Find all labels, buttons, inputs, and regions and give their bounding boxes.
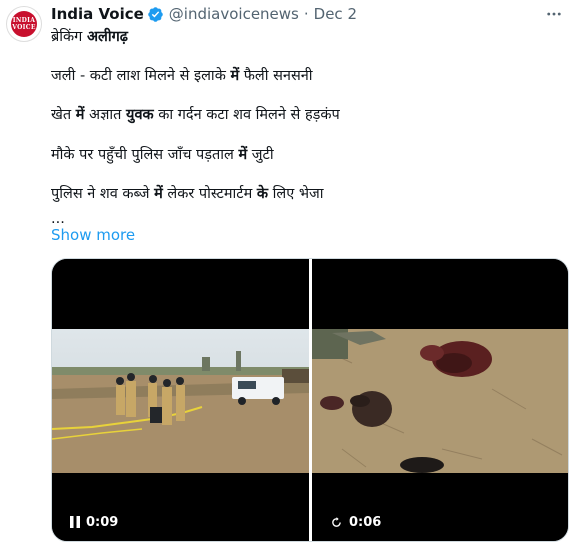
line-text: लिए भेजा xyxy=(268,186,324,202)
separator-dot: · xyxy=(303,5,309,23)
tweet-line-4: मौके पर पहुँची पुलिस जाँच पड़ताल में जुट… xyxy=(51,144,274,164)
line-bold-text: युवक xyxy=(126,107,154,123)
tweet-card[interactable]: INDIA VOICE India Voice @indiavoicenews … xyxy=(0,0,573,554)
tweet-header: India Voice @indiavoicenews · Dec 2 xyxy=(51,3,357,25)
video-duration: 0:06 xyxy=(349,514,382,530)
line-text: फैली सनसनी xyxy=(239,68,313,84)
avatar[interactable]: INDIA VOICE xyxy=(6,6,42,42)
video-duration: 0:09 xyxy=(86,514,119,530)
author-name[interactable]: India Voice xyxy=(51,5,144,23)
video-player-2[interactable]: 0:06 xyxy=(312,259,568,541)
video-duration-badge: 0:09 xyxy=(62,511,127,533)
line-text: खेत xyxy=(51,107,76,123)
show-more-link[interactable]: Show more xyxy=(51,226,135,244)
author-handle[interactable]: @indiavoicenews xyxy=(169,5,299,23)
tweet-line-1: ब्रेकिंग अलीगढ़ xyxy=(51,26,128,46)
video-thumbnail-field-police xyxy=(52,329,309,473)
more-icon[interactable] xyxy=(543,3,565,25)
logo-text-line2: VOICE xyxy=(12,24,36,31)
line-text: का गर्दन कटा शव मिलने से हड़कंप xyxy=(153,107,340,123)
logo-text-line1: INDIA xyxy=(12,17,36,24)
replay-icon[interactable] xyxy=(330,516,343,529)
line-text: ब्रेकिंग xyxy=(51,29,87,45)
line-bold-text: में xyxy=(154,186,163,202)
line-text: मौके पर पहुँची पुलिस जाँच पड़ताल xyxy=(51,147,239,163)
line-bold-text: अलीगढ़ xyxy=(86,29,128,45)
ellipsis-text: ... xyxy=(51,214,65,226)
tweet-line-5: पुलिस ने शव कब्जे में लेकर पोस्टमार्टम क… xyxy=(51,183,324,203)
tweet-line-2: जली - कटी लाश मिलने से इलाके में फैली सन… xyxy=(51,65,313,85)
media-grid: 0:09 0:06 xyxy=(51,258,569,542)
video-player-1[interactable]: 0:09 xyxy=(52,259,309,541)
verified-badge-icon xyxy=(147,6,164,23)
line-text: लेकर पोस्टमार्टम xyxy=(162,186,257,202)
india-voice-logo: INDIA VOICE xyxy=(11,11,37,37)
line-text: जुटी xyxy=(247,147,274,163)
pause-icon[interactable] xyxy=(70,516,80,528)
video-thumbnail-ground xyxy=(312,329,568,473)
line-text: पुलिस ने शव कब्जे xyxy=(51,186,155,202)
tweet-line-3: खेत में अज्ञात युवक का गर्दन कटा शव मिलन… xyxy=(51,104,340,124)
video-duration-badge: 0:06 xyxy=(322,511,390,533)
line-bold-text: के xyxy=(256,186,269,202)
line-text: जली - कटी लाश मिलने से इलाके xyxy=(51,68,231,84)
tweet-date[interactable]: Dec 2 xyxy=(314,5,357,23)
line-bold-text: में xyxy=(230,68,240,84)
line-text: अज्ञात xyxy=(84,107,127,123)
line-bold-text: में xyxy=(238,147,248,163)
truncated-line: ... xyxy=(51,214,381,226)
